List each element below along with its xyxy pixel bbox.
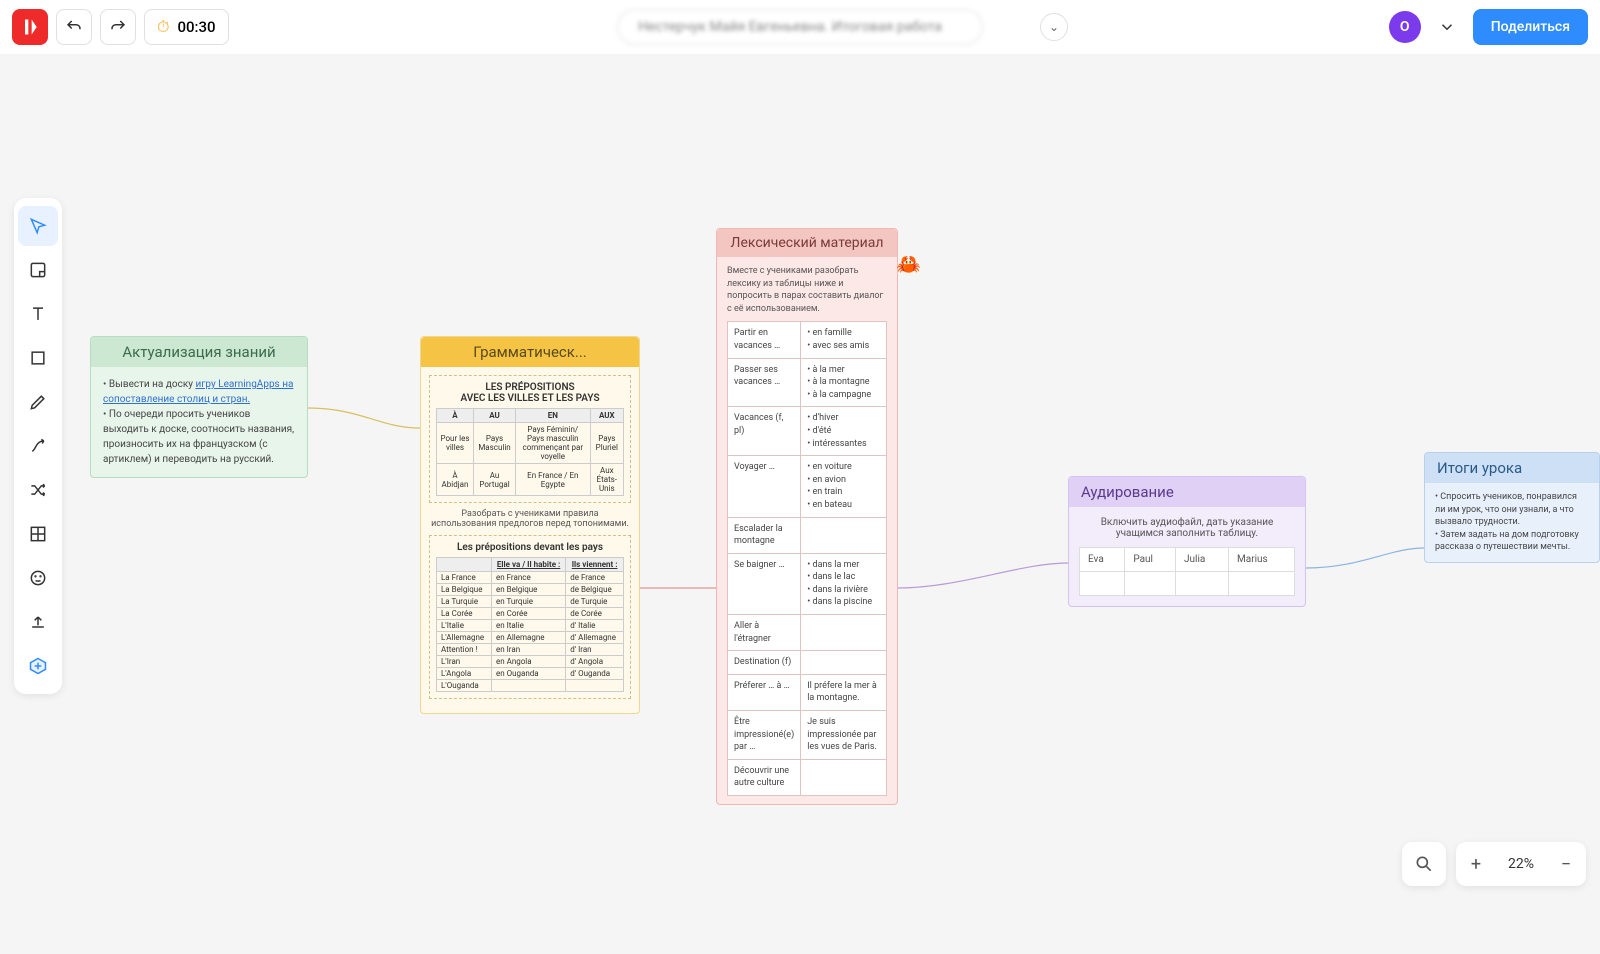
timer-value: 00:30 (177, 18, 215, 36)
grid-tool[interactable] (18, 514, 58, 554)
card-aktualizatsiya[interactable]: Актуализация знаний • Вывести на доску и… (90, 336, 308, 478)
card-body: • Вывести на доску игру LearningApps на … (91, 367, 307, 477)
lexical-table: Partir en vacances …• en famille• avec s… (727, 321, 887, 796)
app-logo[interactable] (12, 9, 48, 45)
avatar[interactable]: O (1389, 11, 1421, 43)
pen-tool[interactable] (18, 382, 58, 422)
stopwatch-icon: ⏱ (157, 17, 169, 37)
select-tool[interactable] (18, 206, 58, 246)
table-title: LES PRÉPOSITIONS AVEC LES VILLES ET LES … (436, 382, 624, 404)
sticker-tool[interactable] (18, 558, 58, 598)
zoom-value: 22% (1496, 856, 1546, 872)
card-title: Грамматическ... (421, 337, 639, 367)
note-tool[interactable] (18, 250, 58, 290)
card-title: Лексический материал (717, 229, 897, 257)
card-title: Актуализация знаний (91, 337, 307, 367)
upload-tool[interactable] (18, 602, 58, 642)
card-title: Аудирование (1069, 477, 1305, 507)
zoom-in-button[interactable]: + (1456, 842, 1496, 886)
search-button[interactable] (1402, 842, 1446, 886)
card-lexical[interactable]: Лексический материал Вместе с учениками … (716, 228, 898, 805)
shape-tool[interactable] (18, 338, 58, 378)
add-tool[interactable] (18, 646, 58, 686)
card-audio[interactable]: Аудирование Включить аудиофайл, дать ука… (1068, 476, 1306, 607)
user-menu-chevron[interactable] (1429, 9, 1465, 45)
card-title: Итоги урока (1425, 453, 1599, 483)
shuffle-tool[interactable] (18, 470, 58, 510)
timer[interactable]: ⏱ 00:30 (144, 9, 229, 45)
card-grammar[interactable]: Грамматическ... LES PRÉPOSITIONS AVEC LE… (420, 336, 640, 714)
text-tool[interactable] (18, 294, 58, 334)
connector-tool[interactable] (18, 426, 58, 466)
tool-sidebar (14, 198, 62, 694)
intro-text: Включить аудиофайл, дать указание учащим… (1079, 517, 1295, 539)
audio-table: EvaPaulJuliaMarius (1079, 547, 1295, 596)
title-dropdown[interactable]: ⌄ (1040, 13, 1068, 41)
undo-button[interactable] (56, 9, 92, 45)
board-title[interactable]: Нестерчук Майя Евгеньевна. Итоговая рабо… (617, 9, 983, 45)
intro-text: Вместе с учениками разобрать лексику из … (727, 265, 887, 315)
crab-sticker[interactable]: 🦀 (896, 252, 921, 276)
prepositions-table-2: Elle va / Il habite :Ils viennent :La Fr… (436, 557, 624, 692)
prepositions-table-1: ÀAUENAUXPour les villesPays MasculinPays… (436, 408, 624, 496)
card-body: • Спросить учеников, понравился ли им ур… (1425, 483, 1599, 562)
share-button[interactable]: Поделиться (1473, 9, 1588, 45)
redo-button[interactable] (100, 9, 136, 45)
note-text: Разобрать с учениками правила использова… (429, 509, 631, 529)
zoom-out-button[interactable]: − (1546, 842, 1586, 886)
card-summary[interactable]: Итоги урока • Спросить учеников, понрави… (1424, 452, 1600, 563)
